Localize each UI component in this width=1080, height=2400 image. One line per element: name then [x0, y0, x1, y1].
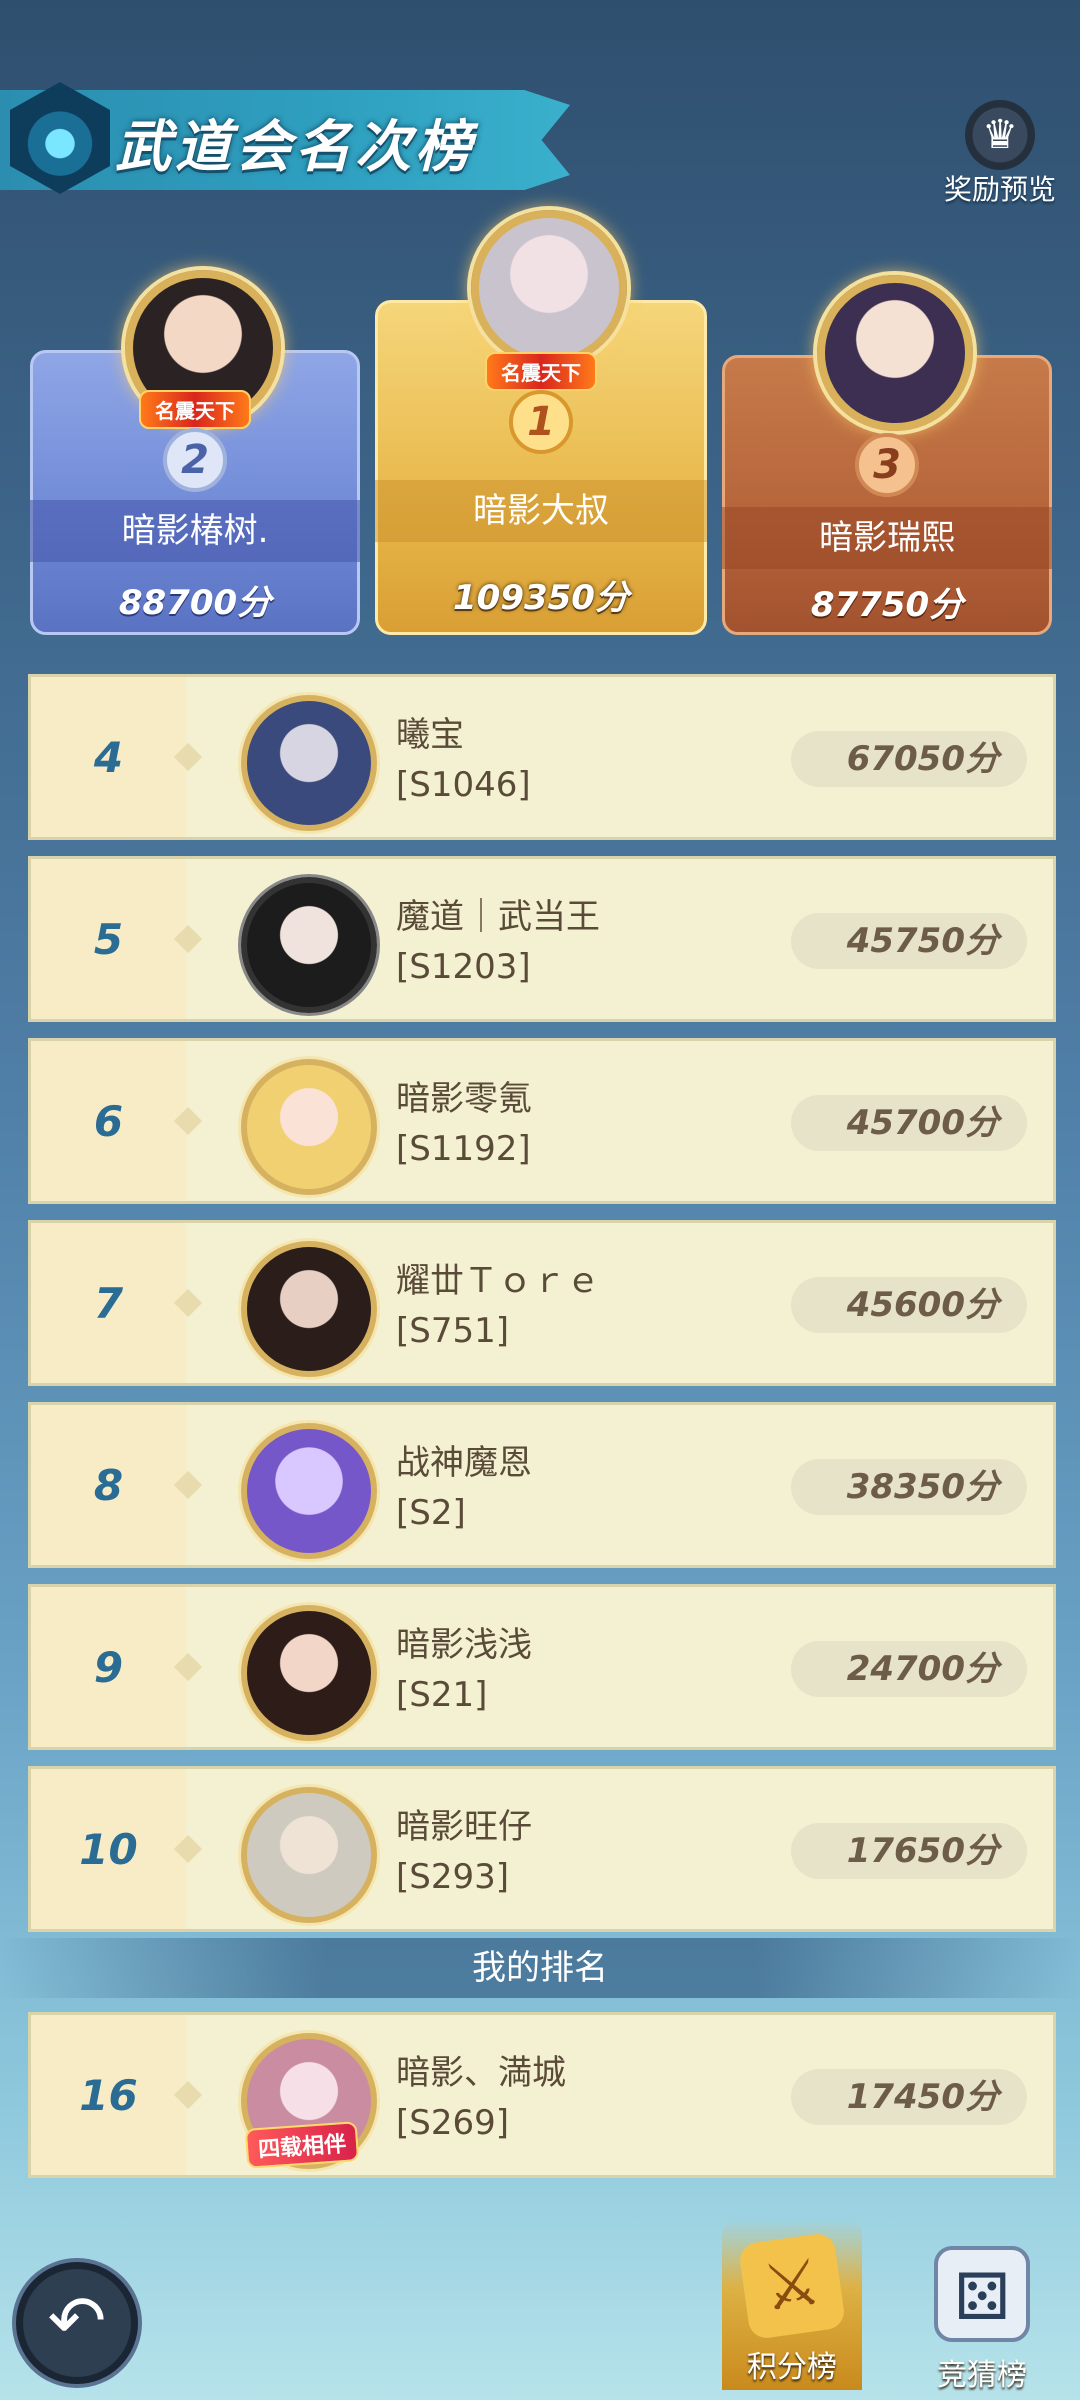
my-rank-divider: 我的排名 [0, 1938, 1080, 1998]
avatar[interactable] [241, 1423, 377, 1559]
avatar[interactable] [817, 275, 973, 431]
player-score: 109350分 [453, 578, 629, 618]
player-score: 87750分 [810, 585, 964, 625]
score-pill: 17650分 [791, 1823, 1027, 1879]
score-pill: 24700分 [791, 1641, 1027, 1697]
tab-label: 竞猜榜 [937, 2358, 1027, 2393]
crown-icon: ♛ [965, 100, 1035, 170]
server-id: [S2] [396, 1493, 466, 1533]
server-id: [S1046] [396, 765, 531, 805]
table-row[interactable]: 10 暗影旺仔 [S293] 17650分 [28, 1766, 1056, 1932]
table-row[interactable]: 6 暗影零氪 [S1192] 45700分 [28, 1038, 1056, 1204]
player-name: 暗影椿树. [30, 500, 360, 562]
avatar[interactable] [241, 1059, 377, 1195]
my-rank-row[interactable]: 16 四载相伴 暗影、満城 [S269] 17450分 [28, 2012, 1056, 2178]
player-name: 暗影大叔 [375, 480, 707, 542]
title-badge: 名震天下 [139, 390, 251, 429]
avatar[interactable] [241, 1787, 377, 1923]
anniversary-badge: 四载相伴 [244, 2121, 360, 2169]
table-row[interactable]: 9 暗影浅浅 [S21] 24700分 [28, 1584, 1056, 1750]
dice-icon: ⚄ [934, 2246, 1030, 2342]
rank-medal: 3 [855, 433, 919, 497]
avatar[interactable] [241, 1605, 377, 1741]
rank-medal: 2 [163, 428, 227, 492]
rank-number: 8 [93, 1461, 124, 1510]
back-button[interactable]: ↶ [12, 2258, 142, 2388]
server-id: [S21] [396, 1675, 488, 1715]
player-score: 88700分 [118, 583, 272, 623]
player-name: 耀丗Ｔｏｒｅ [396, 1261, 600, 1301]
player-name: 暗影、満城 [396, 2053, 566, 2093]
table-row[interactable]: 7 耀丗Ｔｏｒｅ [S751] 45600分 [28, 1220, 1056, 1386]
player-name: 战神魔恩 [396, 1443, 532, 1483]
player-name: 暗影瑞熙 [722, 507, 1052, 569]
crossed-swords-icon: ⚔ [737, 2231, 847, 2341]
tab-label: 积分榜 [747, 2350, 837, 2385]
rank-number: 6 [93, 1097, 124, 1146]
server-id: [S1203] [396, 947, 531, 987]
server-id: [S293] [396, 1857, 510, 1897]
tab-score-board[interactable]: ⚔ 积分榜 [722, 2220, 862, 2390]
server-id: [S269] [396, 2103, 510, 2143]
rank-number: 5 [93, 915, 124, 964]
avatar[interactable] [241, 1241, 377, 1377]
rank-number: 7 [93, 1279, 124, 1328]
table-row[interactable]: 5 魔道｜武当王 [S1203] 45750分 [28, 856, 1056, 1022]
server-id: [S1192] [396, 1129, 531, 1169]
score-pill: 45750分 [791, 913, 1027, 969]
rank-number: 16 [79, 2071, 138, 2120]
rank-number: 9 [93, 1643, 124, 1692]
title-badge: 名震天下 [485, 352, 597, 391]
rank-number: 4 [93, 733, 124, 782]
avatar[interactable] [471, 210, 627, 366]
table-row[interactable]: 4 曦宝 [S1046] 67050分 [28, 674, 1056, 840]
rank-medal: 1 [509, 390, 573, 454]
player-name: 暗影旺仔 [396, 1807, 532, 1847]
server-id: [S751] [396, 1311, 510, 1351]
podium-third[interactable]: 3 暗影瑞熙 87750分 [722, 275, 1052, 635]
reward-preview-button[interactable]: ♛ 奖励预览 [930, 100, 1070, 208]
podium-second[interactable]: 名震天下 2 暗影椿树. 88700分 [30, 270, 360, 635]
avatar[interactable] [241, 877, 377, 1013]
score-pill: 17450分 [791, 2069, 1027, 2125]
podium-first[interactable]: 名震天下 1 暗影大叔 109350分 [375, 210, 707, 635]
score-pill: 38350分 [791, 1459, 1027, 1515]
score-pill: 45700分 [791, 1095, 1027, 1151]
score-pill: 67050分 [791, 731, 1027, 787]
avatar[interactable] [241, 695, 377, 831]
reward-preview-label: 奖励预览 [943, 173, 1056, 206]
table-row[interactable]: 8 战神魔恩 [S2] 38350分 [28, 1402, 1056, 1568]
player-name: 暗影浅浅 [396, 1625, 532, 1665]
player-name: 曦宝 [396, 715, 464, 755]
tab-guess-board[interactable]: ⚄ 竞猜榜 [912, 2228, 1052, 2398]
score-pill: 45600分 [791, 1277, 1027, 1333]
player-name: 暗影零氪 [396, 1079, 532, 1119]
page-title: 武道会名次榜 [115, 115, 475, 180]
my-rank-label: 我的排名 [472, 1948, 608, 1988]
back-arrow-icon: ↶ [47, 2280, 107, 2362]
rank-number: 10 [79, 1825, 138, 1874]
player-name: 魔道｜武当王 [396, 897, 600, 937]
